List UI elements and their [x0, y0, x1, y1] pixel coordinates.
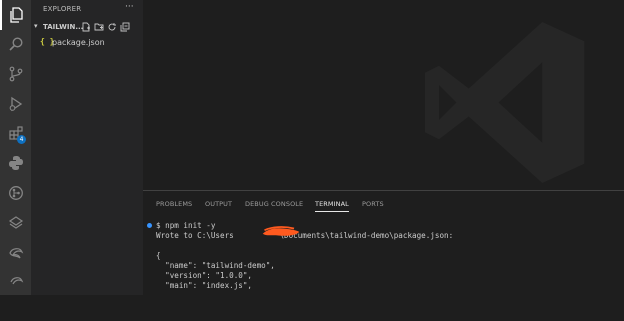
- file-name: package.json: [52, 38, 105, 47]
- run-debug-icon[interactable]: [0, 89, 31, 119]
- tab-debug-console[interactable]: DEBUG CONSOLE: [245, 200, 303, 208]
- new-folder-icon[interactable]: [94, 22, 104, 32]
- tab-output[interactable]: OUTPUT: [205, 200, 232, 208]
- source-control-icon[interactable]: [0, 59, 31, 89]
- terminal-output[interactable]: $ npm init -y Wrote to C:\Users \Documen…: [147, 221, 453, 321]
- explorer-icon[interactable]: [0, 0, 31, 30]
- search-icon[interactable]: [0, 29, 31, 59]
- refresh-icon[interactable]: [107, 22, 117, 32]
- terminal-line: "name": "tailwind-demo",: [156, 261, 275, 270]
- command-decoration-icon: [147, 223, 152, 228]
- extensions-icon[interactable]: [0, 118, 31, 148]
- folder-name: TAILWIN...: [43, 23, 84, 31]
- vscode-logo-watermark-icon: [425, 22, 585, 183]
- gitlens-icon[interactable]: [0, 178, 31, 208]
- docker-icon[interactable]: [0, 208, 31, 238]
- terminal-line: "version": "1.0.0",: [156, 271, 253, 280]
- remote-icon[interactable]: [0, 238, 31, 268]
- redaction-scribble: [262, 226, 300, 236]
- accounts-icon[interactable]: [0, 267, 31, 297]
- active-indicator: [0, 0, 2, 30]
- terminal-line: {: [156, 251, 161, 260]
- active-tab-indicator: [315, 211, 349, 212]
- file-item-package-json[interactable]: { } package.json: [31, 36, 143, 50]
- new-file-icon[interactable]: [81, 22, 91, 32]
- tab-problems[interactable]: PROBLEMS: [156, 200, 192, 208]
- more-actions-button[interactable]: ···: [125, 2, 134, 12]
- python-icon[interactable]: [0, 148, 31, 178]
- workspace-folder[interactable]: ▾ TAILWIN...: [31, 19, 143, 35]
- chevron-down-icon: ▾: [34, 22, 38, 30]
- extensions-badge: 4: [17, 135, 26, 144]
- collapse-all-icon[interactable]: [120, 22, 130, 32]
- explorer-sidebar: EXPLORER ··· ▾ TAILWIN... { } package.js…: [31, 0, 143, 295]
- explorer-title: EXPLORER: [43, 5, 82, 13]
- terminal-line: "main": "index.js",: [156, 281, 253, 290]
- tab-ports[interactable]: PORTS: [362, 200, 384, 208]
- terminal-line: $ npm init -y: [156, 221, 216, 230]
- terminal-line: Wrote to C:\Users \Documents\tailwind-de…: [156, 231, 454, 240]
- editor-area: [143, 0, 624, 190]
- bottom-panel: PROBLEMS OUTPUT DEBUG CONSOLE TERMINAL P…: [143, 190, 624, 296]
- tab-terminal[interactable]: TERMINAL: [315, 200, 349, 208]
- activity-bar: 4: [0, 0, 31, 295]
